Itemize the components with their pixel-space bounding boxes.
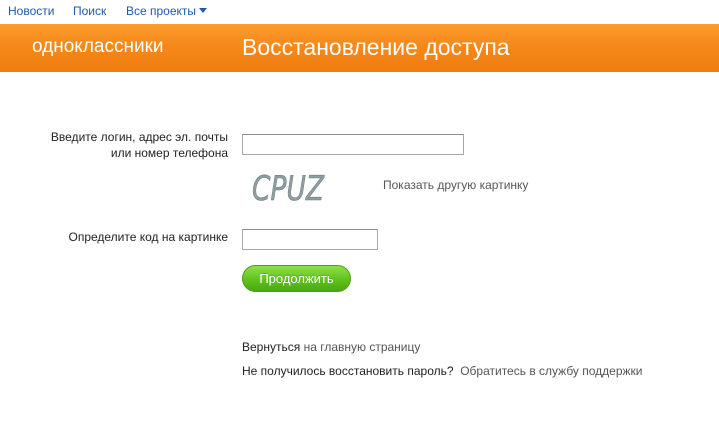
login-label: Введите логин, адрес эл. почты или номер…	[8, 129, 228, 161]
return-prefix: Вернуться	[242, 340, 301, 354]
login-label-line1: Введите логин, адрес эл. почты	[50, 130, 228, 144]
contact-support-link[interactable]: Обратитесь в службу поддержки	[460, 364, 642, 378]
failed-restore-text: Не получилось восстановить пароль?	[242, 364, 454, 378]
site-logo[interactable]: одноклассники	[32, 36, 164, 58]
show-other-picture-link[interactable]: Показать другую картинку	[383, 178, 528, 192]
captcha-text: CPUZ	[252, 169, 325, 208]
top-navigation: Новости Поиск Все проекты	[0, 0, 719, 24]
all-projects-label: Все проекты	[126, 4, 197, 18]
captcha-code-input[interactable]	[242, 229, 378, 250]
login-label-line2: или номер телефона	[110, 146, 228, 160]
continue-button[interactable]: Продолжить	[242, 265, 351, 292]
nav-link-all-projects[interactable]: Все проекты	[126, 4, 208, 18]
page-header: одноклассники Восстановление доступа	[0, 24, 719, 72]
captcha-image: CPUZ	[252, 169, 325, 208]
chevron-down-icon	[199, 8, 208, 13]
return-line: Вернуться на главную страницу	[242, 340, 420, 354]
code-label: Определите код на картинке	[68, 230, 228, 244]
nav-link-news[interactable]: Новости	[8, 4, 54, 18]
support-line: Не получилось восстановить пароль? Обрат…	[242, 364, 643, 378]
page-title: Восстановление доступа	[242, 34, 510, 60]
nav-link-search[interactable]: Поиск	[73, 4, 106, 18]
return-home-link[interactable]: на главную страницу	[304, 340, 421, 354]
login-input[interactable]	[242, 134, 464, 155]
